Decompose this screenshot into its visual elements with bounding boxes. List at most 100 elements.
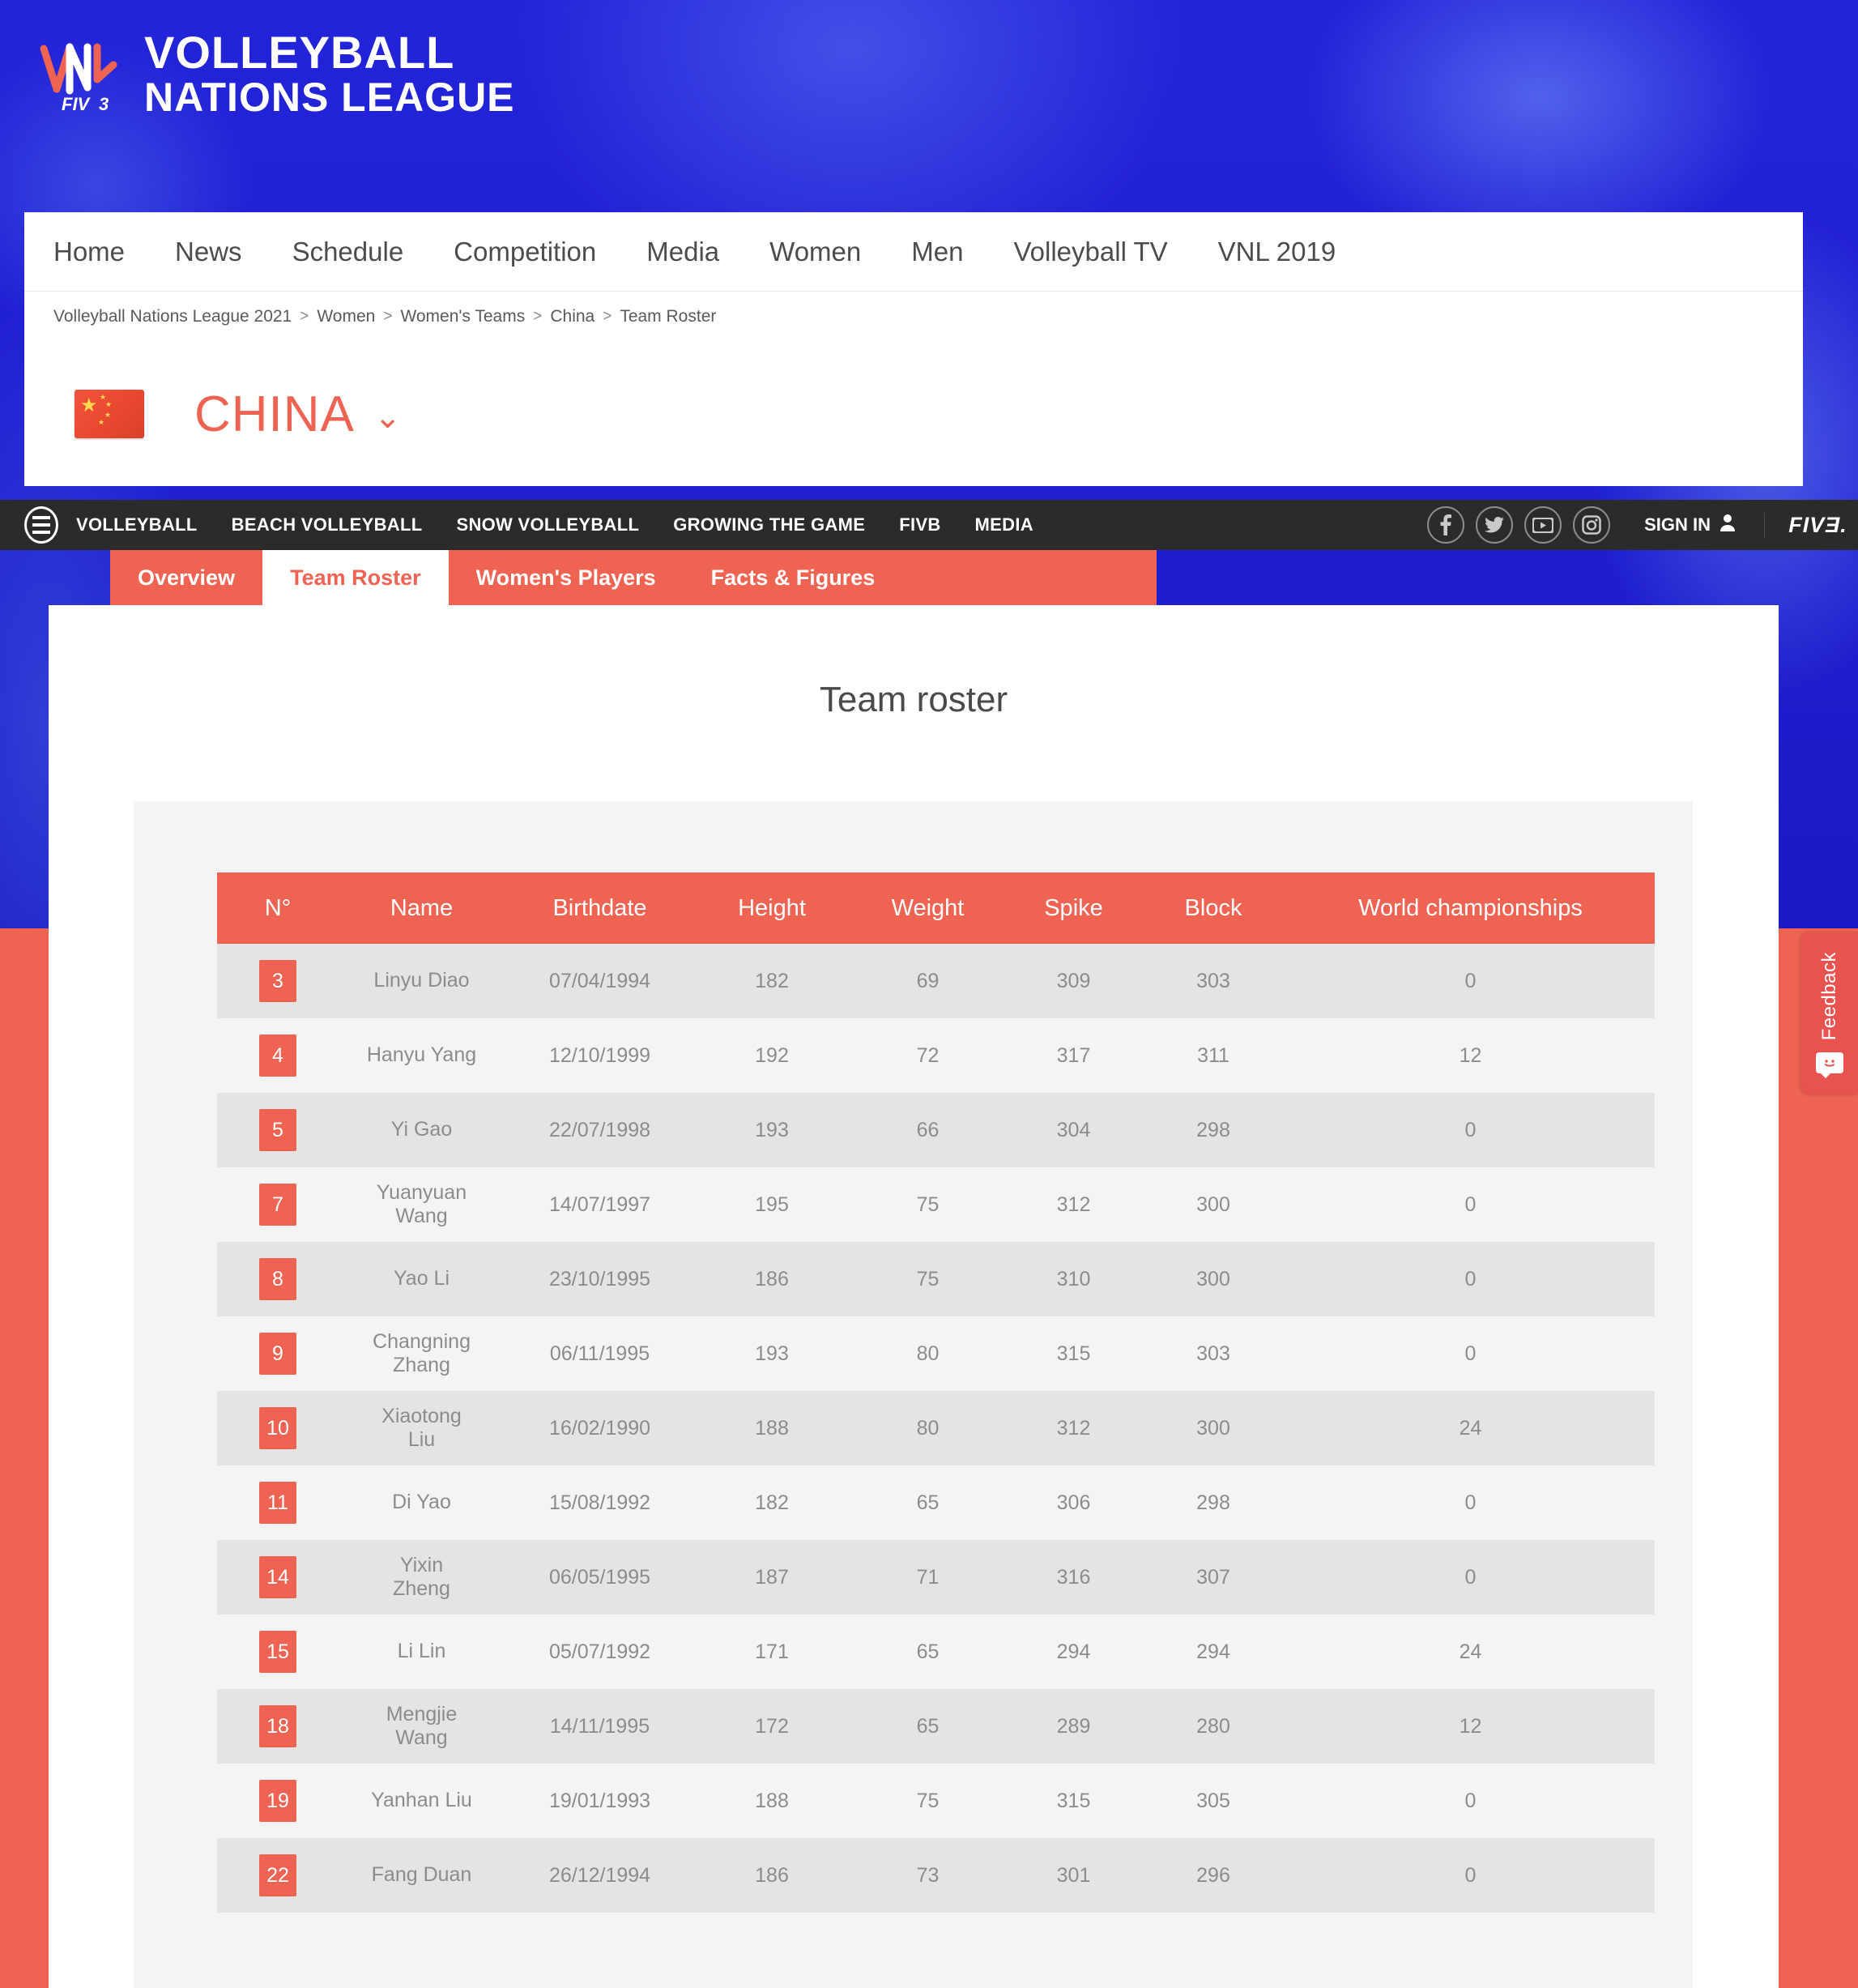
cell-height: 193 [755, 1118, 789, 1141]
cell-weight: 65 [916, 1491, 940, 1514]
fivb-link-fivb[interactable]: FIVB [899, 514, 940, 535]
table-row[interactable]: 5 Yi Gao 22/07/1998 193 66 304 298 0 [217, 1093, 1655, 1167]
fivb-link-growing-the-game[interactable]: GROWING THE GAME [673, 514, 865, 535]
breadcrumb-item-china[interactable]: China [550, 307, 594, 326]
nav-item-volleyball-tv[interactable]: Volleyball TV [1013, 237, 1167, 267]
cell-spike: 315 [1056, 1789, 1091, 1812]
table-header-row: N° Name Birthdate Height Weight Spike Bl… [217, 872, 1655, 944]
cell-birthdate: 19/01/1993 [548, 1789, 651, 1812]
cell-weight: 65 [916, 1714, 940, 1738]
fivb-link-media[interactable]: MEDIA [975, 514, 1033, 535]
cell-number: 22 [217, 1838, 339, 1913]
nav-item-schedule[interactable]: Schedule [292, 237, 404, 267]
fivb-global-bar: VOLLEYBALL BEACH VOLLEYBALL SNOW VOLLEYB… [0, 500, 1858, 550]
instagram-icon[interactable] [1573, 506, 1611, 544]
main-navigation: Home News Schedule Competition Media Wom… [24, 212, 1803, 292]
cell-birthdate: 14/07/1997 [548, 1192, 651, 1216]
cell-birthdate: 06/11/1995 [549, 1342, 650, 1365]
table-row[interactable]: 11 Di Yao 15/08/1992 182 65 306 298 0 [217, 1465, 1655, 1540]
table-row[interactable]: 18 Mengjie Wang 14/11/1995 172 65 289 280 12 [217, 1689, 1655, 1764]
breadcrumb-item-womens-teams[interactable]: Women's Teams [400, 307, 525, 326]
col-header-spike: Spike [1007, 872, 1140, 944]
cell-number: 8 [217, 1242, 339, 1316]
cell-height: 171 [755, 1640, 789, 1663]
nav-item-men[interactable]: Men [911, 237, 963, 267]
tab-overview[interactable]: Overview [110, 550, 262, 605]
fivb-logo[interactable]: FIVƎ. [1764, 512, 1858, 538]
cell-world-championships: 0 [1464, 969, 1477, 992]
cell-spike: 304 [1056, 1118, 1091, 1141]
player-number-badge: 7 [259, 1184, 296, 1226]
cell-number: 5 [217, 1093, 339, 1167]
tab-facts-figures[interactable]: Facts & Figures [684, 550, 903, 605]
fivb-links: VOLLEYBALL BEACH VOLLEYBALL SNOW VOLLEYB… [76, 514, 1067, 535]
nav-item-media[interactable]: Media [646, 237, 719, 267]
cell-spike: 306 [1056, 1491, 1091, 1514]
cell-spike: 310 [1056, 1267, 1091, 1290]
cell-birthdate: 14/11/1995 [549, 1714, 650, 1738]
col-header-weight: Weight [849, 872, 1007, 944]
tab-team-roster[interactable]: Team Roster [262, 550, 449, 605]
cell-weight: 71 [916, 1565, 940, 1589]
cell-name: Di Yao [392, 1491, 451, 1514]
table-row[interactable]: 14 Yixin Zheng 06/05/1995 187 71 316 307 0 [217, 1540, 1655, 1615]
table-row[interactable]: 7 Yuanyuan Wang 14/07/1997 195 75 312 300 0 [217, 1167, 1655, 1242]
player-number-badge: 19 [259, 1780, 296, 1822]
cell-spike: 316 [1056, 1565, 1091, 1589]
youtube-icon[interactable] [1524, 506, 1562, 544]
nav-item-women[interactable]: Women [769, 237, 861, 267]
breadcrumb-separator-icon: > [603, 308, 612, 325]
fivb-bar-right: SIGN IN FIVƎ. [1427, 506, 1858, 544]
table-row[interactable]: 9 Changning Zhang 06/11/1995 193 80 315 303 0 [217, 1316, 1655, 1391]
cell-block: 294 [1196, 1640, 1230, 1663]
table-row[interactable]: 3 Linyu Diao 07/04/1994 182 69 309 303 0 [217, 944, 1655, 1018]
cell-number: 19 [217, 1764, 339, 1838]
breadcrumb-item-women[interactable]: Women [317, 307, 375, 326]
nav-item-news[interactable]: News [175, 237, 242, 267]
cell-block: 298 [1196, 1491, 1230, 1514]
table-row[interactable]: 22 Fang Duan 26/12/1994 186 73 301 296 0 [217, 1838, 1655, 1913]
cell-spike: 312 [1056, 1192, 1091, 1216]
cell-height: 193 [755, 1342, 789, 1365]
twitter-icon[interactable] [1476, 506, 1514, 544]
cell-height: 188 [755, 1789, 789, 1812]
breadcrumb: Volleyball Nations League 2021 > Women >… [24, 292, 1803, 342]
fivb-link-volleyball[interactable]: VOLLEYBALL [76, 514, 198, 535]
player-number-badge: 4 [259, 1035, 296, 1077]
facebook-icon[interactable] [1427, 506, 1465, 544]
nav-item-vnl-2019[interactable]: VNL 2019 [1218, 237, 1336, 267]
feedback-tab[interactable]: Feedback [1801, 932, 1858, 1094]
breadcrumb-separator-icon: > [383, 308, 393, 325]
table-row[interactable]: 10 Xiaotong Liu 16/02/1990 188 80 312 300 24 [217, 1391, 1655, 1465]
cell-block: 280 [1196, 1714, 1230, 1738]
cell-name: Yixin Zheng [393, 1553, 450, 1601]
breadcrumb-separator-icon: > [300, 308, 309, 325]
nav-item-home[interactable]: Home [53, 237, 125, 267]
cell-block: 300 [1196, 1192, 1230, 1216]
player-number-badge: 14 [259, 1556, 296, 1598]
table-row[interactable]: 15 Li Lin 05/07/1992 171 65 294 294 24 [217, 1615, 1655, 1689]
hamburger-icon[interactable] [24, 506, 58, 544]
fivb-link-snow-volleyball[interactable]: SNOW VOLLEYBALL [456, 514, 639, 535]
table-row[interactable]: 8 Yao Li 23/10/1995 186 75 310 300 0 [217, 1242, 1655, 1316]
tab-womens-players[interactable]: Women's Players [449, 550, 684, 605]
nav-item-competition[interactable]: Competition [454, 237, 596, 267]
cell-birthdate: 06/05/1995 [548, 1565, 651, 1589]
fivb-link-beach-volleyball[interactable]: BEACH VOLLEYBALL [232, 514, 423, 535]
breadcrumb-item-league[interactable]: Volleyball Nations League 2021 [53, 307, 292, 326]
table-row[interactable]: 4 Hanyu Yang 12/10/1999 192 72 317 311 12 [217, 1018, 1655, 1093]
sign-in-button[interactable]: SIGN IN [1644, 514, 1735, 536]
cell-weight: 80 [916, 1342, 940, 1365]
cell-world-championships: 12 [1459, 1043, 1482, 1067]
cell-weight: 73 [916, 1863, 940, 1887]
cell-number: 15 [217, 1615, 339, 1689]
table-row[interactable]: 19 Yanhan Liu 19/01/1993 188 75 315 305 0 [217, 1764, 1655, 1838]
cell-number: 7 [217, 1167, 339, 1242]
cell-height: 195 [755, 1192, 789, 1216]
col-header-block: Block [1140, 872, 1286, 944]
cell-name: Yuanyuan Wang [376, 1180, 467, 1228]
cell-birthdate: 26/12/1994 [548, 1863, 651, 1887]
cell-name: Fang Duan [371, 1863, 472, 1887]
chevron-down-icon[interactable]: ⌄ [374, 401, 402, 433]
cell-spike: 309 [1056, 969, 1091, 992]
